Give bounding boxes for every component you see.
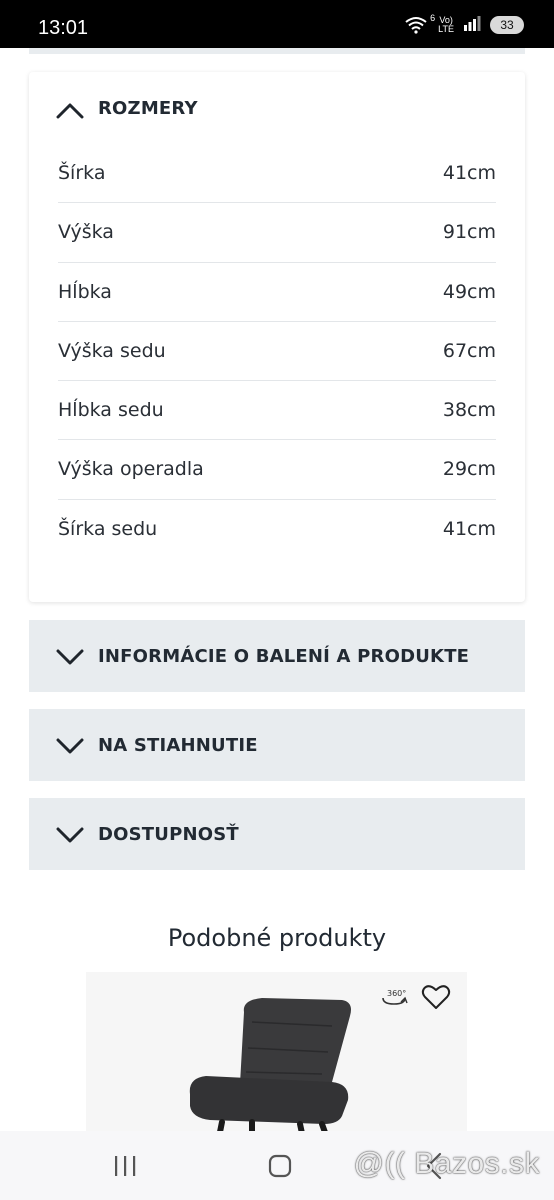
table-row: Výška operadla 29cm [58, 440, 496, 500]
volte-indicator: Vo) LTE [438, 16, 454, 34]
home-icon[interactable] [268, 1154, 292, 1178]
dimension-value: 67cm [442, 339, 496, 362]
dimension-label: Výška operadla [58, 458, 204, 481]
chevron-down-icon [56, 827, 84, 843]
table-row: Výška sedu 67cm [58, 322, 496, 382]
status-time: 13:01 [38, 17, 89, 39]
dimensions-table: Šírka 41cm Výška 91cm Hĺbka 49cm Výška s… [58, 144, 496, 559]
previous-section-edge [29, 48, 525, 54]
dimensions-title: ROZMERY [98, 98, 198, 119]
table-row: Šírka sedu 41cm [58, 500, 496, 559]
watermark: @(( Bazos.sk [353, 1147, 540, 1180]
dimension-value: 49cm [442, 280, 496, 303]
wifi-badge: 6 [430, 13, 436, 23]
dimension-value: 41cm [442, 517, 496, 540]
rotate-360-icon[interactable]: 360° [379, 984, 409, 1008]
dimension-value: 29cm [442, 458, 496, 481]
dimension-label: Výška [58, 221, 114, 244]
chevron-down-icon [56, 649, 84, 665]
packaging-info-title: INFORMÁCIE O BALENÍ A PRODUKTE [98, 646, 470, 667]
table-row: Výška 91cm [58, 203, 496, 263]
downloads-title: NA STIAHNUTIE [98, 735, 258, 756]
dimension-label: Šírka [58, 162, 106, 184]
chair-image [189, 998, 351, 1142]
recent-apps-icon[interactable] [113, 1155, 137, 1177]
system-nav-bar: @(( Bazos.sk [0, 1131, 554, 1200]
downloads-accordion[interactable]: NA STIAHNUTIE [29, 709, 525, 781]
table-row: Hĺbka sedu 38cm [58, 381, 496, 441]
signal-icon [463, 15, 481, 35]
wifi-icon: 6 [405, 13, 435, 34]
table-row: Šírka 41cm [58, 144, 496, 204]
product-card[interactable]: 360° [86, 972, 467, 1142]
dimension-label: Hĺbka sedu [58, 399, 164, 422]
status-bar: 13:01 6 Vo) LTE 33 [0, 0, 554, 48]
availability-accordion[interactable]: DOSTUPNOSŤ [29, 798, 525, 870]
battery-indicator: 33 [490, 16, 524, 34]
dimension-label: Šírka sedu [58, 517, 158, 540]
status-icons: 6 Vo) LTE 33 [405, 13, 524, 35]
chevron-down-icon [56, 738, 84, 754]
volte-bottom: LTE [438, 24, 454, 34]
dimension-value: 41cm [442, 162, 496, 184]
dimension-label: Hĺbka [58, 280, 112, 303]
dimension-label: Výška sedu [58, 339, 166, 362]
dimensions-accordion: ROZMERY Šírka 41cm Výška 91cm Hĺbka 49cm… [29, 72, 525, 602]
heart-icon[interactable] [421, 984, 451, 1010]
rotate-360-label: 360° [387, 989, 406, 998]
chevron-up-icon [56, 103, 84, 119]
dimension-value: 91cm [442, 221, 496, 244]
packaging-info-accordion[interactable]: INFORMÁCIE O BALENÍ A PRODUKTE [29, 620, 525, 692]
dimension-value: 38cm [442, 399, 496, 422]
similar-products-title: Podobné produkty [167, 924, 387, 952]
table-row: Hĺbka 49cm [58, 263, 496, 322]
availability-title: DOSTUPNOSŤ [98, 824, 239, 845]
dimensions-accordion-header[interactable]: ROZMERY [29, 72, 525, 146]
